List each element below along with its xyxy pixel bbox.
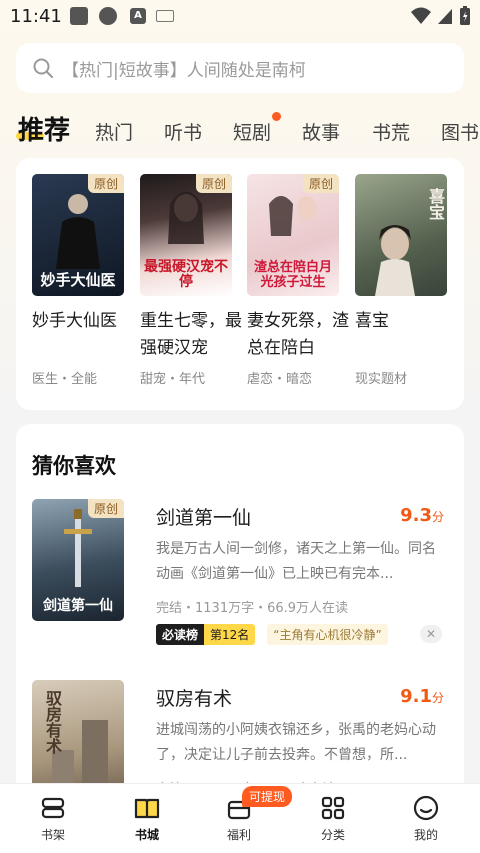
- book-title[interactable]: 妙手大仙医: [32, 308, 136, 335]
- withdraw-badge: 可提现: [242, 786, 293, 807]
- tab-books[interactable]: 图书: [441, 118, 479, 145]
- rank-label: 必读榜: [156, 623, 205, 645]
- book-cover[interactable]: 喜宝: [355, 174, 447, 296]
- book-cover[interactable]: 原创 渣总在陪白月光孩子过生: [247, 174, 339, 296]
- book-score: 9.1分: [400, 686, 444, 707]
- tab-recommend[interactable]: 推荐: [18, 110, 70, 147]
- bottom-nav: 书架 书城 福利 分类 我的: [0, 783, 480, 853]
- reader-quote-tag: “主角有心机很冷静”: [267, 623, 388, 645]
- profile-icon: [413, 795, 439, 821]
- book-genre: 甜宠・年代: [140, 372, 206, 387]
- list-item[interactable]: 原创 剑道第一仙 剑道第一仙 9.3分 我是万古人间一剑修，诸天之上第一仙。同名…: [32, 499, 448, 649]
- recommend-card: 原创 妙手大仙医 妙手大仙医 医生・全能 原创 最强硬汉宠不停 重生七零，最强硬…: [16, 158, 464, 410]
- book-title[interactable]: 喜宝: [355, 308, 459, 335]
- book-item[interactable]: 喜宝 喜宝: [355, 174, 455, 335]
- rank-position: 第12名: [204, 623, 256, 645]
- score-value: 9.3: [400, 505, 432, 526]
- keyboard-icon: [156, 10, 174, 22]
- signal-icon: [438, 9, 452, 24]
- category-icon: [321, 796, 345, 820]
- tab-book-shortage[interactable]: 书荒: [372, 118, 410, 145]
- nav-label: 福利: [226, 828, 251, 842]
- book-meta: 完结・1131万字・66.9万人在读: [156, 601, 349, 616]
- nav-category[interactable]: 分类: [303, 794, 363, 843]
- book-title[interactable]: 重生七零，最强硬汉宠: [140, 308, 244, 362]
- nav-label: 分类: [320, 828, 345, 842]
- book-item[interactable]: 原创 渣总在陪白月光孩子过生 妻女死祭，渣总在陪白: [247, 174, 349, 362]
- tab-short-drama[interactable]: 短剧: [233, 118, 271, 145]
- guess-header: 猜你喜欢: [32, 454, 116, 478]
- status-time: 11:41: [10, 6, 62, 27]
- cover-title-art: 剑道第一仙: [43, 598, 113, 614]
- nav-bookshelf[interactable]: 书架: [23, 794, 83, 843]
- cover-title-art: 渣总在陪白月光孩子过生: [253, 260, 332, 290]
- score-unit: 分: [431, 691, 444, 705]
- tab-new-dot: [272, 112, 281, 121]
- battery-icon: [460, 6, 470, 25]
- notification-a-icon: A: [130, 8, 146, 24]
- book-title[interactable]: 妻女死祭，渣总在陪白: [247, 308, 351, 362]
- book-item[interactable]: 原创 妙手大仙医 妙手大仙医: [32, 174, 132, 335]
- cover-title-art: 妙手大仙医: [40, 271, 116, 289]
- tab-story[interactable]: 故事: [302, 118, 340, 145]
- nav-label: 书架: [40, 828, 65, 842]
- book-title[interactable]: 驭房有术: [156, 684, 232, 711]
- category-tabs: 推荐 热门 听书 短剧 故事 书荒 图书: [0, 108, 480, 152]
- book-cover[interactable]: 原创 妙手大仙医: [32, 174, 124, 296]
- book-description: 进城闯荡的小阿姨衣锦还乡，张禹的老妈心动了，决定让儿子前去投奔。不曾想，所...: [156, 722, 436, 763]
- book-genre: 现实题材: [355, 372, 408, 387]
- cover-title-art: 驭房有术: [43, 690, 62, 754]
- search-icon: [33, 58, 53, 78]
- tab-hot[interactable]: 热门: [95, 118, 133, 145]
- book-genre: 虐恋・暗恋: [247, 372, 313, 387]
- book-title[interactable]: 剑道第一仙: [156, 503, 251, 530]
- wifi-icon: [411, 7, 431, 24]
- notification-square-icon: [70, 7, 88, 25]
- book-badges: 必读榜 第12名 “主角有心机很冷静”: [156, 623, 388, 645]
- score-unit: 分: [431, 510, 444, 524]
- book-city-icon: [134, 798, 160, 819]
- book-score: 9.3分: [400, 505, 444, 526]
- nav-label: 书城: [134, 828, 159, 842]
- book-genre: 医生・全能: [32, 372, 98, 387]
- tab-audiobook[interactable]: 听书: [164, 118, 202, 145]
- cover-title-art: 最强硬汉宠不停: [144, 259, 228, 290]
- book-cover[interactable]: 原创 最强硬汉宠不停: [140, 174, 232, 296]
- nav-label: 我的: [413, 828, 438, 842]
- dismiss-close-icon[interactable]: ✕: [420, 625, 442, 643]
- notification-circle-icon: [99, 7, 117, 25]
- guess-you-like-card: 猜你喜欢 原创 剑道第一仙 剑道第一仙 9.3分 我是万古人间一剑修，诸天之上第…: [16, 424, 464, 804]
- score-value: 9.1: [400, 686, 432, 707]
- cover-title-art: 喜宝: [426, 188, 445, 220]
- book-item[interactable]: 原创 最强硬汉宠不停 重生七零，最强硬汉宠: [140, 174, 242, 362]
- bookshelf-icon: [41, 797, 65, 819]
- book-description: 我是万古人间一剑修，诸天之上第一仙。同名动画《剑道第一仙》已上映已有完本...: [156, 541, 436, 582]
- nav-book-city[interactable]: 书城: [117, 794, 177, 843]
- search-placeholder: 【热门|短故事】人间随处是南柯: [62, 60, 306, 81]
- book-cover[interactable]: 原创 剑道第一仙: [32, 499, 124, 621]
- nav-profile[interactable]: 我的: [396, 794, 456, 843]
- status-bar: 11:41 A: [0, 0, 480, 34]
- search-bar[interactable]: 【热门|短故事】人间随处是南柯: [16, 43, 464, 93]
